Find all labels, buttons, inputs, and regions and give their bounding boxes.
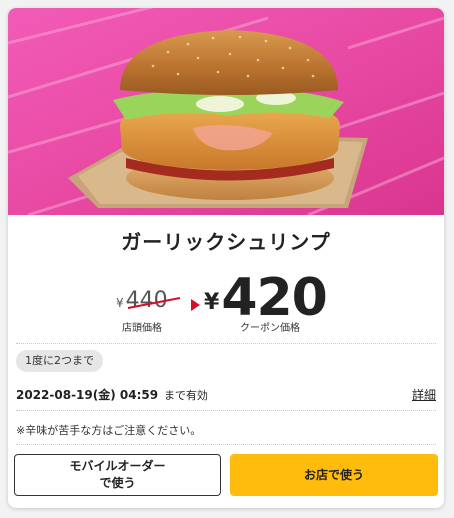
spice-note: ※辛味が苦手な方はご注意ください。 <box>16 424 202 437</box>
coupon-card[interactable]: ガーリックシュリンプ ¥440 店頭価格 ¥420 クーポン価格 1度に2つまで… <box>8 8 444 508</box>
currency-symbol: ¥ <box>204 290 220 315</box>
expiry-datetime: 2022-08-19(金) 04:59 <box>16 388 159 402</box>
limit-badge: 1度に2つまで <box>16 350 103 372</box>
product-image <box>8 8 444 215</box>
strikethrough-line <box>127 297 181 309</box>
mobile-order-button[interactable]: モバイルオーダー で使う <box>14 454 221 496</box>
use-in-store-button[interactable]: お店で使う <box>230 454 438 496</box>
expiry-suffix: まで有効 <box>163 389 208 402</box>
divider <box>16 343 436 344</box>
product-name: ガーリックシュリンプ <box>121 230 331 254</box>
expiry-info: 2022-08-19(金) 04:59 まで有効 <box>16 386 208 403</box>
divider <box>16 444 436 445</box>
divider <box>16 410 436 411</box>
detail-link[interactable]: 詳細 <box>412 386 436 403</box>
regular-price-label: 店頭価格 <box>122 323 162 334</box>
coupon-price-label: クーポン価格 <box>240 323 300 334</box>
arrow-right-icon <box>191 299 200 311</box>
currency-symbol: ¥ <box>116 296 124 310</box>
price-section: ¥440 店頭価格 ¥420 クーポン価格 <box>8 266 444 336</box>
